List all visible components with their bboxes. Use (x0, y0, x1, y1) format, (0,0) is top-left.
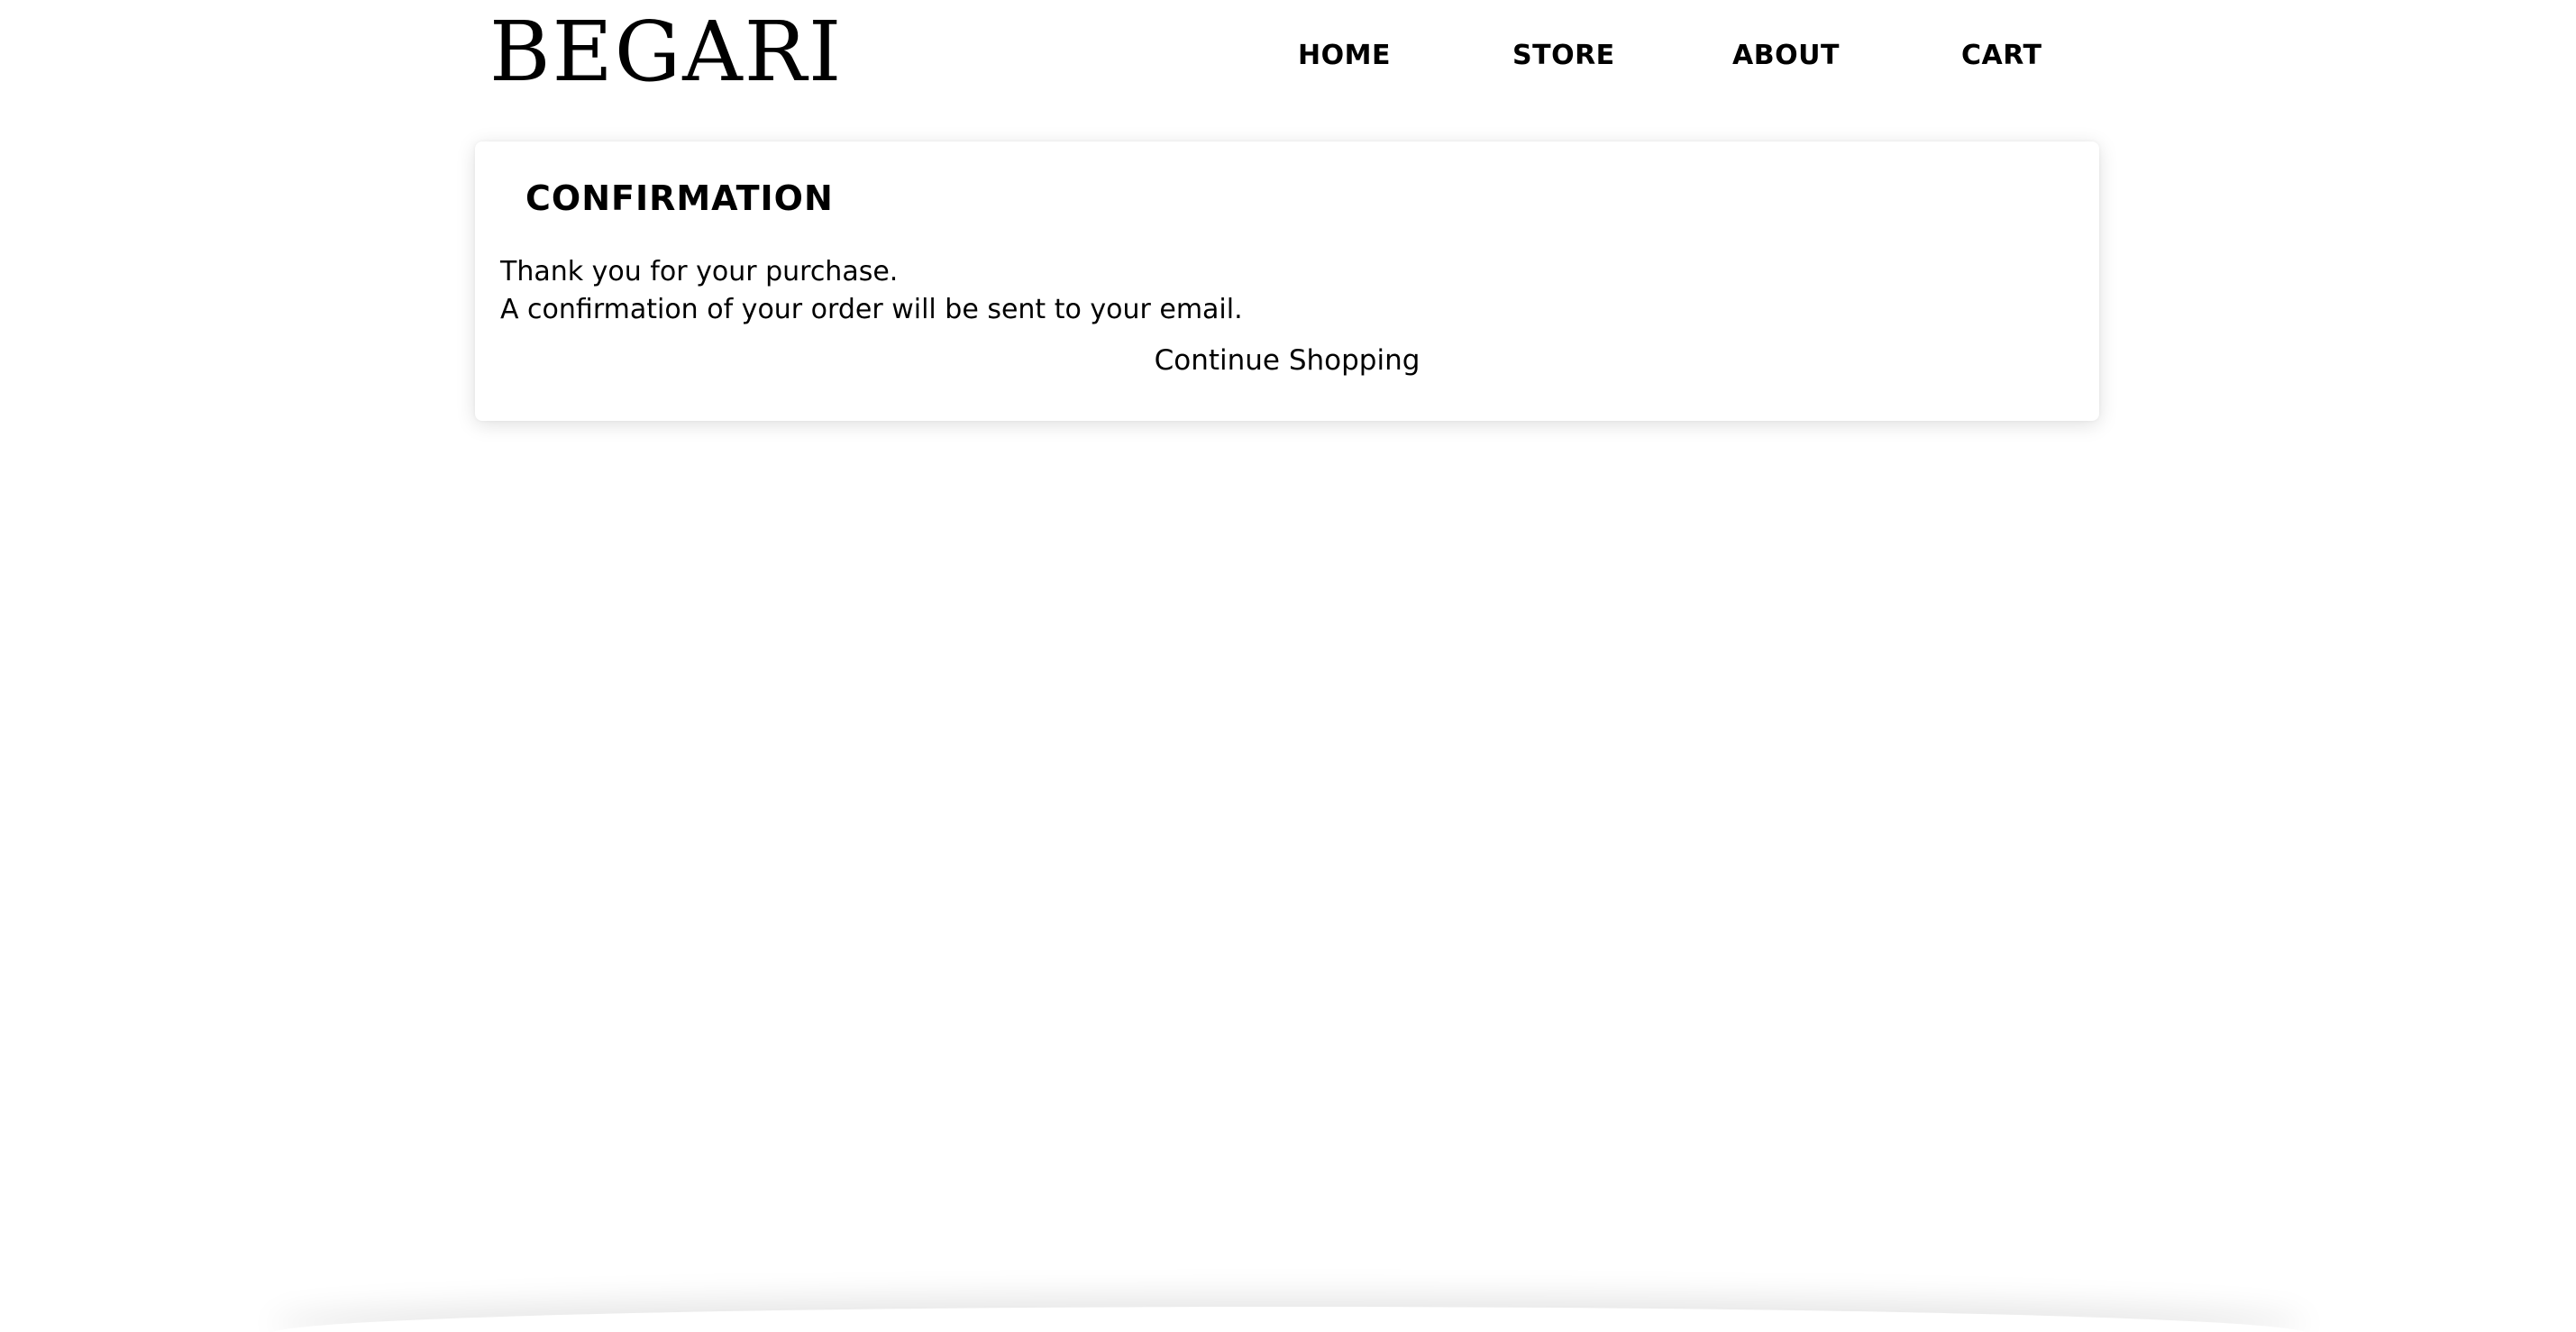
page: BEGARI HOME STORE ABOUT CART CONFIRMATIO… (0, 0, 2576, 1332)
continue-shopping-link[interactable]: Continue Shopping (475, 342, 2099, 379)
site-header: BEGARI HOME STORE ABOUT CART (0, 0, 2576, 117)
footer-edge (270, 1307, 2307, 1332)
nav-about[interactable]: ABOUT (1732, 38, 1840, 74)
confirmation-title: CONFIRMATION (525, 178, 834, 218)
nav-cart[interactable]: CART (1961, 38, 2042, 74)
email-notice-message: A confirmation of your order will be sen… (500, 294, 1243, 325)
confirmation-card: CONFIRMATION Thank you for your purchase… (475, 141, 2099, 421)
begari-logo[interactable]: BEGARI (489, 11, 843, 94)
nav-home[interactable]: HOME (1298, 38, 1391, 74)
thank-you-message: Thank you for your purchase. (500, 256, 899, 287)
nav-store[interactable]: STORE (1512, 38, 1615, 74)
